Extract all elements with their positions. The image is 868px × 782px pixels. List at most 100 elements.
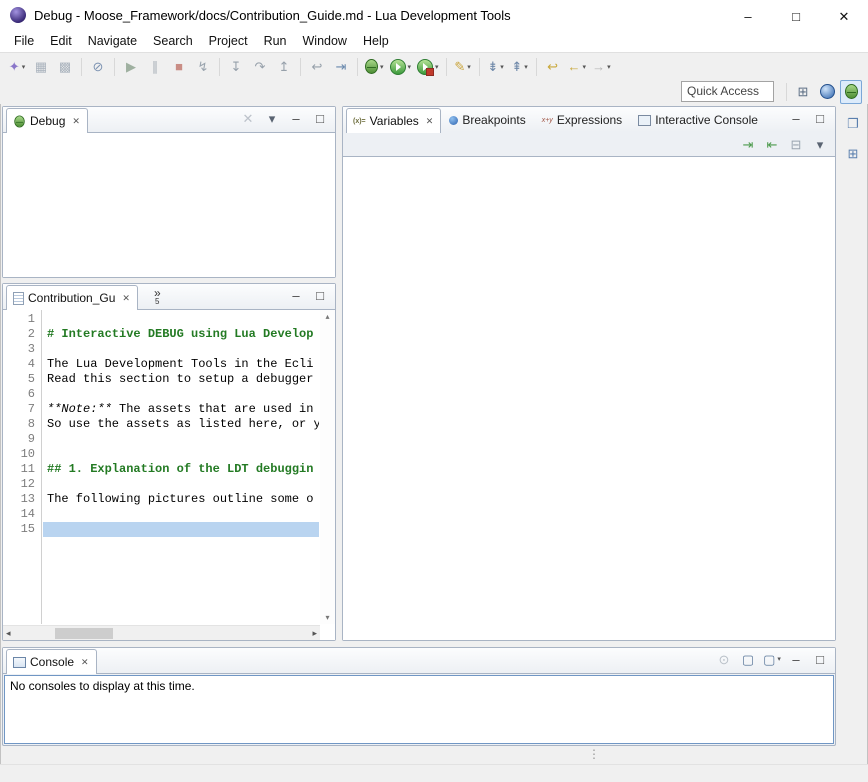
tab-debug[interactable]: Debug ✕ [6, 108, 88, 133]
scroll-down-icon[interactable]: ▾ [325, 613, 329, 622]
code-line[interactable]: ## 1. Explanation of the LDT debuggin [43, 462, 319, 477]
tab-breakpoints[interactable]: Breakpoints [441, 108, 533, 132]
code-line[interactable] [43, 447, 319, 462]
maximize-button[interactable]: □ [809, 647, 831, 671]
minimize-button[interactable]: – [285, 106, 307, 130]
dropdown-arrow-icon[interactable]: ▾ [22, 63, 26, 71]
menu-project[interactable]: Project [201, 32, 256, 50]
step-filters-button[interactable]: ⇥ [330, 55, 352, 79]
variables-view-content[interactable] [343, 157, 835, 640]
editor-vertical-scrollbar[interactable]: ▴ ▾ [320, 310, 335, 624]
step-return-button[interactable]: ↥ [273, 55, 295, 79]
quick-access-input[interactable]: Quick Access [681, 81, 774, 102]
menu-help[interactable]: Help [355, 32, 397, 50]
dropdown-arrow-icon[interactable]: ▾ [777, 655, 781, 663]
dropdown-arrow-icon[interactable]: ▾ [380, 63, 384, 71]
terminate-button[interactable]: ■ [168, 55, 190, 79]
open-perspective-button[interactable]: ⊞ [792, 80, 814, 104]
dropdown-arrow-icon[interactable]: ▾ [467, 63, 471, 71]
restore-view-button[interactable]: ❐ [842, 111, 864, 135]
code-line[interactable] [43, 507, 319, 522]
scroll-left-icon[interactable]: ◂ [6, 628, 11, 639]
menu-run[interactable]: Run [256, 32, 295, 50]
menu-window[interactable]: Window [295, 32, 355, 50]
tab-interactive-console[interactable]: Interactive Console [630, 108, 766, 132]
debug-perspective-button[interactable] [840, 80, 862, 104]
display-console-button[interactable]: ▢ [737, 647, 759, 671]
scroll-right-icon[interactable]: ▸ [312, 628, 317, 639]
menu-navigate[interactable]: Navigate [80, 32, 145, 50]
debug-view-content[interactable] [3, 133, 335, 277]
run-button[interactable]: ▾ [388, 55, 414, 79]
tab-console[interactable]: Console ✕ [6, 649, 97, 674]
minimize-button[interactable]: – [785, 647, 807, 671]
code-line[interactable] [43, 477, 319, 492]
maximize-button[interactable]: □ [809, 106, 831, 130]
sash-handle[interactable]: ⋮ [588, 746, 600, 763]
show-logical-structures-button[interactable]: ⇤ [761, 132, 783, 156]
menu-search[interactable]: Search [145, 32, 201, 50]
view-menu-button[interactable]: ▾ [809, 132, 831, 156]
suspend-button[interactable]: ∥ [144, 55, 166, 79]
back-button[interactable]: ←▾ [566, 55, 589, 79]
restore-layout-button[interactable]: ⊞ [842, 141, 864, 165]
console-content[interactable]: No consoles to display at this time. [4, 675, 834, 744]
previous-annotation-button[interactable]: ⇞▾ [509, 55, 531, 79]
scrollbar-thumb[interactable] [55, 628, 113, 639]
new-wizard-button[interactable]: ✦▾ [6, 55, 28, 79]
maximize-button[interactable]: □ [309, 106, 331, 130]
open-console-button[interactable]: ▢▾ [761, 647, 783, 671]
code-line[interactable]: **Note:** The assets that are used in [43, 402, 319, 417]
tab-expressions[interactable]: x+yExpressions [534, 108, 630, 132]
code-line[interactable] [43, 342, 319, 357]
save-button[interactable]: ▦ [30, 55, 52, 79]
dropdown-arrow-icon[interactable]: ▾ [435, 63, 439, 71]
resume-button[interactable]: ▶ [120, 55, 142, 79]
close-button[interactable]: ✕ [820, 0, 868, 32]
code-line[interactable] [43, 432, 319, 447]
code-line[interactable]: # Interactive DEBUG using Lua Develop [43, 327, 319, 342]
scroll-up-icon[interactable]: ▴ [325, 312, 329, 321]
maximize-button[interactable]: □ [309, 283, 331, 307]
debug-button[interactable]: ▾ [363, 55, 386, 79]
step-into-button[interactable]: ↧ [225, 55, 247, 79]
remove-terminated-button[interactable]: ✕ [237, 106, 259, 130]
close-icon[interactable]: ✕ [122, 293, 130, 304]
show-type-names-button[interactable]: ⇥ [737, 132, 759, 156]
dropdown-arrow-icon[interactable]: ▾ [500, 63, 504, 71]
tab-contribution-guide[interactable]: Contribution_Gu ✕ [6, 285, 138, 310]
view-menu-button[interactable]: ▾ [261, 106, 283, 130]
disconnect-button[interactable]: ↯ [192, 55, 214, 79]
dropdown-arrow-icon[interactable]: ▾ [408, 63, 412, 71]
editor-tab-overflow[interactable]: » 5 [148, 285, 167, 309]
code-line[interactable] [43, 312, 319, 327]
tab-variables[interactable]: (x)=Variables✕ [346, 108, 441, 133]
menu-file[interactable]: File [6, 32, 42, 50]
forward-button[interactable]: →▾ [590, 55, 613, 79]
code-line[interactable] [43, 522, 319, 537]
last-edit-location-button[interactable]: ↩ [542, 55, 564, 79]
dropdown-arrow-icon[interactable]: ▾ [607, 63, 611, 71]
search-button[interactable]: ✎▾ [452, 55, 474, 79]
code-line[interactable]: Read this section to setup a debugger [43, 372, 319, 387]
next-annotation-button[interactable]: ⇟▾ [485, 55, 507, 79]
lua-perspective-button[interactable] [816, 80, 838, 104]
editor-horizontal-scrollbar[interactable]: ◂ ▸ [3, 625, 320, 640]
code-line[interactable]: So use the assets as listed here, or y [43, 417, 319, 432]
code-line[interactable] [43, 387, 319, 402]
editor-code[interactable]: # Interactive DEBUG using Lua Develop The… [43, 310, 319, 624]
close-icon[interactable]: ✕ [81, 657, 89, 668]
menu-edit[interactable]: Edit [42, 32, 80, 50]
save-all-button[interactable]: ▩ [54, 55, 76, 79]
maximize-button[interactable]: □ [772, 0, 820, 32]
minimize-button[interactable]: – [285, 283, 307, 307]
dropdown-arrow-icon[interactable]: ▾ [524, 63, 528, 71]
drop-to-frame-button[interactable]: ↩ [306, 55, 328, 79]
close-icon[interactable]: ✕ [426, 116, 434, 127]
external-tools-button[interactable]: ▾ [415, 55, 441, 79]
minimize-button[interactable]: – [785, 106, 807, 130]
pin-console-button[interactable]: ⊙ [713, 647, 735, 671]
code-line[interactable]: The following pictures outline some o [43, 492, 319, 507]
dropdown-arrow-icon[interactable]: ▾ [583, 63, 587, 71]
collapse-all-button[interactable]: ⊟ [785, 132, 807, 156]
